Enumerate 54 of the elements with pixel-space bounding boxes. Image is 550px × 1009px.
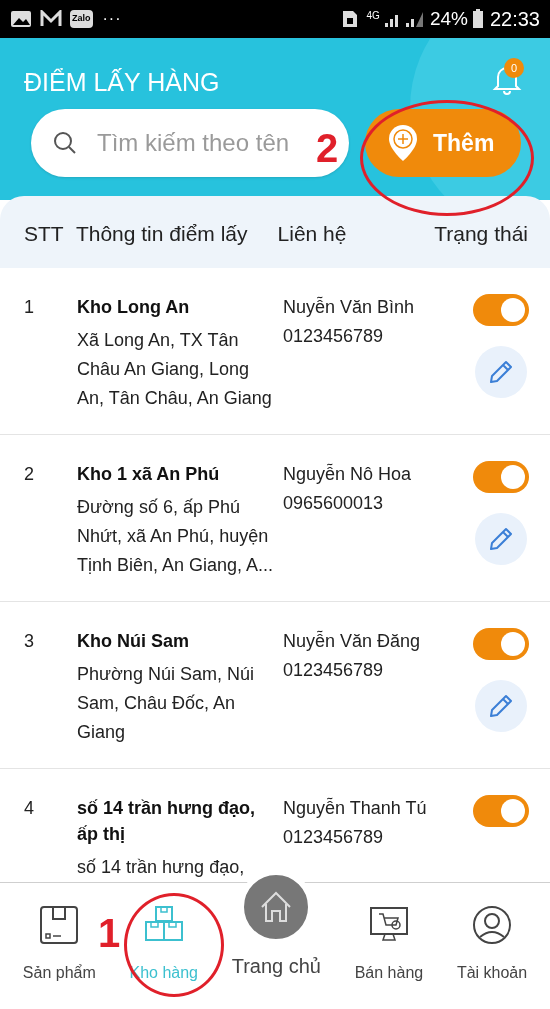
status-toggle[interactable]	[473, 795, 529, 827]
contact-phone: 0123456789	[283, 659, 385, 682]
contact-name: Nuyễn Văn Bình	[283, 295, 416, 319]
edit-button[interactable]	[475, 346, 527, 398]
row-number: 1	[24, 296, 35, 319]
pencil-icon	[487, 358, 515, 386]
contact-name: Nguyễn Thanh Tú	[283, 796, 428, 820]
column-header: Liên hệ	[277, 221, 348, 248]
sim-card-icon	[340, 9, 359, 29]
nav-tab[interactable]: Bán hàng	[354, 883, 424, 985]
column-header: STT	[23, 221, 65, 248]
column-header: Thông tin điểm lấy	[75, 221, 249, 248]
edit-button[interactable]	[475, 513, 527, 565]
row-number: 2	[24, 463, 35, 486]
status-toggle[interactable]	[473, 628, 529, 660]
location-name: Kho 1 xã An Phú	[77, 463, 221, 486]
signal-icon	[383, 10, 424, 28]
location-name: Kho Núi Sam	[77, 630, 190, 653]
contact-phone: 0123456789	[283, 325, 385, 348]
location-pin-add-icon	[387, 123, 419, 163]
row-number: 4	[24, 797, 35, 820]
location-address: Phường Núi Sam, Núi Sam, Châu Đốc, An Giang	[77, 663, 255, 744]
box-icon	[39, 905, 80, 945]
nav-tab[interactable]: Sản phẩm	[22, 883, 96, 985]
edit-button[interactable]	[475, 680, 527, 732]
annotation-number: 1	[98, 910, 121, 957]
pencil-icon	[487, 525, 515, 553]
battery-level: 24%	[429, 6, 468, 31]
mail-icon	[40, 10, 62, 28]
annotation-number: 2	[316, 125, 339, 172]
row-number: 3	[24, 630, 35, 653]
nav-tab[interactable]: Tài khoản	[456, 883, 528, 985]
more-notifications-icon: ···	[102, 7, 122, 31]
search-icon	[53, 131, 77, 155]
contact-name: Nuyễn Văn Đăng	[283, 629, 422, 653]
location-address: số 14 trần hưng đạo,	[77, 856, 246, 879]
clock: 22:33	[489, 7, 540, 32]
contact-phone: 0965600013	[283, 492, 385, 515]
column-header: Trạng thái	[434, 221, 529, 248]
location-name: số 14 trần hưng đạo, ấp thị	[77, 797, 257, 846]
location-address: Xã Long An, TX Tân Châu An Giang, Long An, Tân Châu, An Giang	[77, 329, 273, 410]
app-badge-icon: Zalo	[70, 10, 93, 28]
location-name: Kho Long An	[77, 296, 191, 319]
user-icon	[472, 905, 512, 945]
location-address: Đường số 6, ấp Phú Nhứt, xã An Phú, huyện Tịnh Biên, An Giang, A...	[77, 496, 275, 577]
pencil-icon	[487, 692, 515, 720]
battery-icon	[471, 9, 484, 29]
page-title: ĐIỂM LẤY HÀNG	[24, 67, 220, 98]
contact-name: Nguyễn Nô Hoa	[283, 462, 413, 486]
contact-phone: 0123456789	[283, 826, 385, 849]
network-label: 4G	[366, 9, 380, 23]
status-toggle[interactable]	[473, 294, 529, 326]
status-toggle[interactable]	[473, 461, 529, 493]
gallery-icon	[10, 10, 32, 28]
